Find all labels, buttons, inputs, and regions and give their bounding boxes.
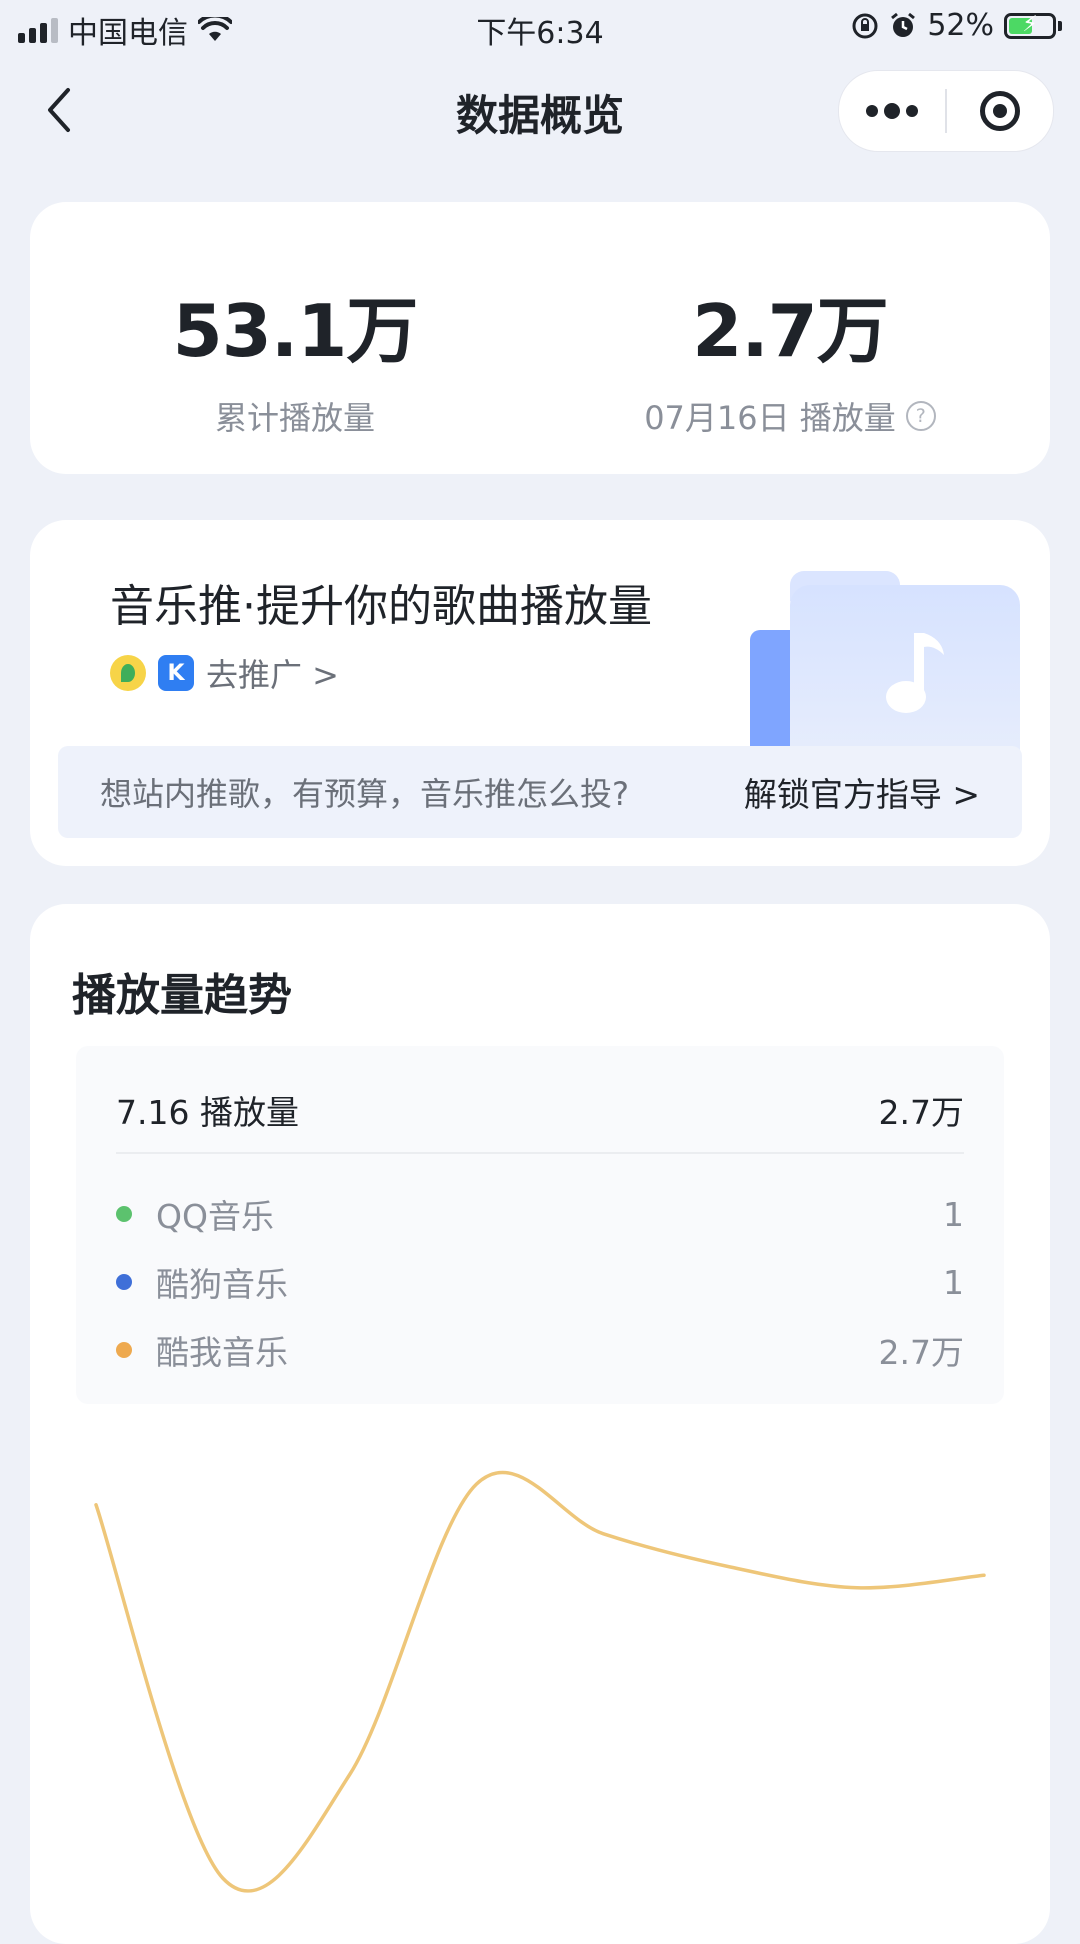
- kugou-icon: K: [158, 655, 194, 691]
- tooltip-row-name: QQ音乐: [156, 1197, 274, 1236]
- trend-title: 播放量趋势: [72, 970, 292, 1021]
- battery-percent: 52%: [927, 8, 994, 43]
- chart-tooltip: 7.16 播放量 2.7万 QQ音乐 1 酷狗音乐 1 酷我音乐 2.7万: [76, 1046, 1004, 1404]
- alarm-icon: [891, 12, 916, 37]
- tooltip-row-name: 酷狗音乐: [156, 1265, 288, 1304]
- orientation-lock-icon: [852, 13, 878, 38]
- battery-icon: ⚡: [1004, 11, 1056, 39]
- close-mini-program-button[interactable]: [947, 71, 1053, 151]
- tooltip-row-value: 1: [943, 1262, 964, 1302]
- trend-card: 播放量趋势 7.16 播放量 2.7万 QQ音乐 1 酷狗音乐 1 酷我音乐 2…: [30, 904, 1050, 1944]
- more-button[interactable]: [839, 71, 945, 151]
- tooltip-row-qq: QQ音乐 1: [116, 1190, 964, 1238]
- total-plays-label: 累计播放量: [214, 399, 375, 437]
- trend-series-line: [94, 1470, 986, 1893]
- qq-music-legend-dot: [116, 1206, 132, 1222]
- tooltip-row-name: 酷我音乐: [156, 1333, 288, 1372]
- daily-plays-label-wrap: 07月16日 播放量 ?: [610, 393, 970, 439]
- promote-link[interactable]: K 去推广 >: [110, 650, 339, 696]
- daily-plays-value: 2.7万: [692, 289, 889, 373]
- tooltip-row-kugou: 酷狗音乐 1: [116, 1258, 964, 1306]
- status-right: 52% ⚡: [851, 8, 1062, 43]
- target-icon: [980, 91, 1020, 131]
- total-plays-label-wrap: 累计播放量: [130, 393, 460, 439]
- total-plays-stat: 53.1万 累计播放量: [130, 272, 460, 439]
- nav-bar: 数据概览: [0, 60, 1080, 160]
- charging-icon: ⚡: [1022, 11, 1038, 37]
- tooltip-divider: [116, 1152, 964, 1154]
- status-bar: 中国电信 下午6:34 52% ⚡: [0, 0, 1080, 56]
- kuwo-legend-dot: [116, 1342, 132, 1358]
- tooltip-total: 2.7万: [878, 1093, 964, 1132]
- mini-program-capsule: [838, 70, 1054, 152]
- daily-plays-label: 07月16日 播放量: [644, 399, 896, 437]
- qq-music-icon: [110, 655, 146, 691]
- unlock-guide-link[interactable]: 解锁官方指导 >: [744, 768, 980, 816]
- tooltip-header: 7.16 播放量 2.7万: [116, 1086, 964, 1134]
- tooltip-row-kuwo: 酷我音乐 2.7万: [116, 1326, 964, 1374]
- battery-tip: [1058, 20, 1062, 31]
- tooltip-row-value: 1: [943, 1194, 964, 1234]
- promo-title: 音乐推·提升你的歌曲播放量: [110, 581, 652, 632]
- help-icon[interactable]: ?: [905, 401, 936, 431]
- more-icon: [866, 103, 918, 119]
- promo-guide-bar[interactable]: 想站内推歌，有预算，音乐推怎么投? 解锁官方指导 >: [58, 746, 1022, 838]
- stats-card: 53.1万 累计播放量 2.7万 07月16日 播放量 ?: [30, 202, 1050, 474]
- tooltip-row-value: 2.7万: [878, 1333, 964, 1372]
- promo-question: 想站内推歌，有预算，音乐推怎么投?: [100, 775, 629, 813]
- promote-link-label: 去推广 >: [206, 656, 339, 694]
- promo-card: 音乐推·提升你的歌曲播放量 K 去推广 > 想站内推歌，有预算，音乐推怎么投? …: [30, 520, 1050, 866]
- kugou-legend-dot: [116, 1274, 132, 1290]
- music-note-icon: [886, 633, 944, 713]
- tooltip-date-label: 7.16 播放量: [116, 1093, 299, 1132]
- daily-plays-stat: 2.7万 07月16日 播放量 ?: [610, 272, 970, 439]
- total-plays-value: 53.1万: [172, 289, 419, 373]
